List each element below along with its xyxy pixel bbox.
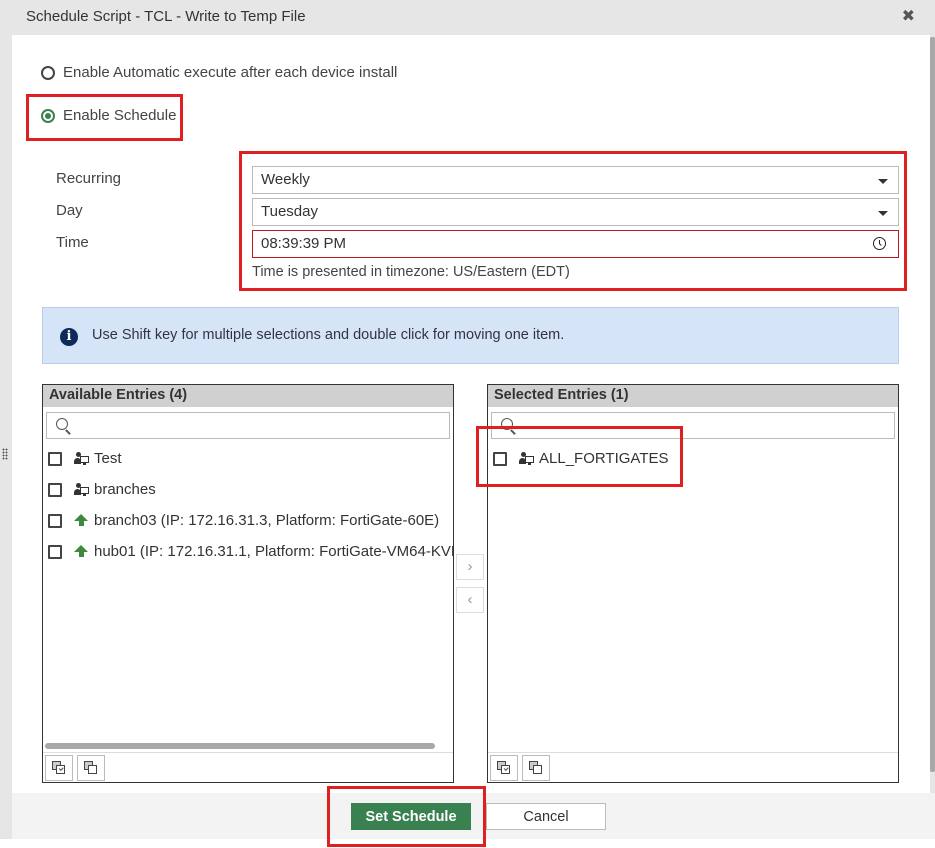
select-all-button[interactable] [490, 755, 518, 781]
deselect-all-icon [88, 765, 97, 774]
info-icon: i [60, 328, 78, 346]
available-entries-header: Available Entries (4) [43, 385, 453, 407]
vertical-scrollbar[interactable] [930, 37, 935, 772]
deselect-all-button[interactable] [77, 755, 105, 781]
entry-checkbox[interactable] [48, 544, 62, 559]
search-icon [56, 418, 68, 430]
dialog-titlebar: Schedule Script - TCL - Write to Temp Fi… [0, 0, 935, 35]
recurring-label: Recurring [56, 170, 122, 187]
select-all-icon [56, 765, 65, 774]
auto-execute-label: Enable Automatic execute after each devi… [63, 64, 398, 81]
selected-entries-header: Selected Entries (1) [488, 385, 898, 407]
move-left-button[interactable]: ‹ [456, 587, 484, 613]
cancel-button[interactable]: Cancel [486, 803, 606, 830]
resize-gutter [0, 35, 12, 793]
list-item[interactable]: branches [48, 481, 156, 498]
list-item[interactable]: Test [48, 450, 122, 467]
auto-execute-option[interactable]: Enable Automatic execute after each devi… [41, 64, 397, 81]
close-icon[interactable]: ✖ [902, 9, 915, 25]
device-group-icon [74, 451, 90, 466]
deselect-all-icon [533, 765, 542, 774]
entry-checkbox[interactable] [48, 451, 62, 466]
device-up-icon [74, 544, 88, 559]
device-up-icon [74, 513, 88, 528]
drag-handle-icon[interactable] [2, 448, 8, 460]
day-label: Day [56, 202, 83, 219]
selected-panel-toolbar [488, 752, 898, 782]
dialog-title: Schedule Script - TCL - Write to Temp Fi… [26, 8, 306, 25]
entry-label: branches [94, 481, 156, 498]
available-panel-toolbar [43, 752, 453, 782]
deselect-all-button[interactable] [522, 755, 550, 781]
highlight-set-schedule [327, 786, 486, 847]
move-right-button[interactable]: › [456, 554, 484, 580]
select-all-icon [501, 765, 510, 774]
info-text: Use Shift key for multiple selections an… [92, 327, 565, 343]
entry-checkbox[interactable] [48, 513, 62, 528]
entry-checkbox[interactable] [48, 482, 62, 497]
info-banner: i Use Shift key for multiple selections … [42, 307, 899, 364]
highlight-selected-entry [476, 426, 683, 487]
highlight-enable-schedule [26, 94, 183, 141]
available-entries-panel: Available Entries (4) Test branches bran… [42, 384, 454, 783]
device-group-icon [74, 482, 90, 497]
available-search-input[interactable] [46, 412, 450, 439]
entry-label: Test [94, 450, 122, 467]
auto-execute-radio[interactable] [41, 65, 55, 80]
select-all-button[interactable] [45, 755, 73, 781]
list-item[interactable]: branch03 (IP: 172.16.31.3, Platform: For… [48, 512, 439, 529]
time-label: Time [56, 234, 89, 251]
highlight-schedule-fields [239, 151, 907, 291]
entry-label: branch03 (IP: 172.16.31.3, Platform: For… [94, 512, 440, 529]
horizontal-scrollbar[interactable] [45, 743, 435, 749]
entry-label: hub01 (IP: 172.16.31.1, Platform: FortiG… [94, 543, 453, 560]
list-item[interactable]: hub01 (IP: 172.16.31.1, Platform: FortiG… [48, 543, 453, 560]
